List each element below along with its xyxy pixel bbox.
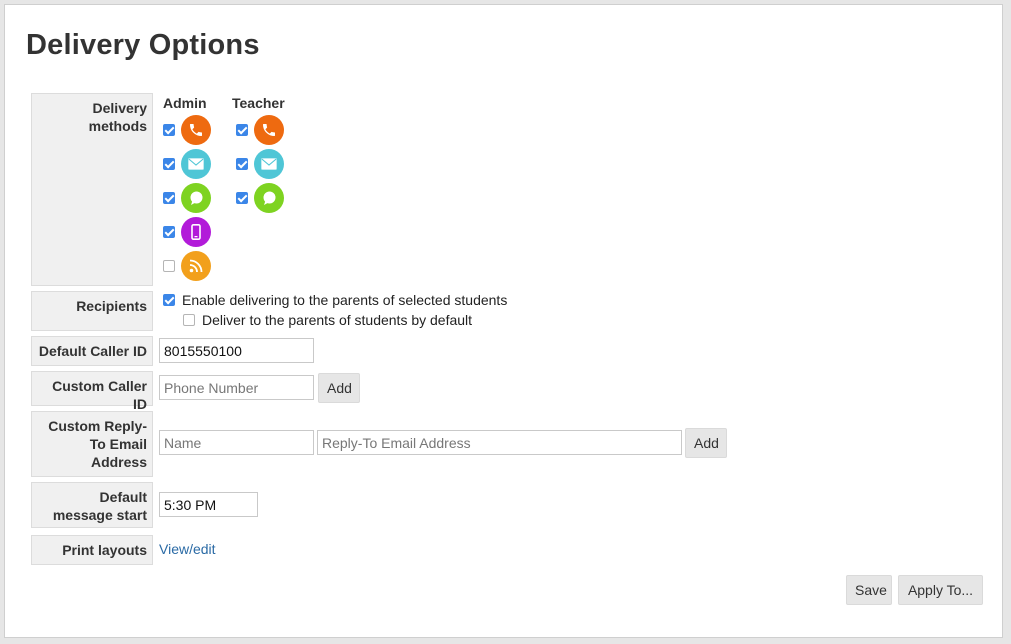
admin-column-header: Admin	[163, 95, 207, 111]
admin-phone-method[interactable]	[181, 115, 211, 145]
default-message-start-label: Default message start	[31, 482, 153, 528]
admin-push-method[interactable]	[181, 217, 211, 247]
enable-parents-text: Enable delivering to the parents of sele…	[182, 292, 508, 308]
custom-caller-id-label: Custom Caller ID	[31, 371, 153, 412]
custom-reply-to-label: Custom Reply-To Email Address	[31, 411, 153, 477]
admin-phone-checkbox[interactable]	[163, 124, 175, 136]
admin-rss-method[interactable]	[181, 251, 211, 281]
apply-to-button[interactable]: Apply To...	[898, 575, 983, 605]
reply-to-email-input[interactable]	[317, 430, 682, 455]
chat-bubble-icon	[188, 190, 204, 206]
default-caller-id-label: Default Caller ID	[31, 336, 153, 366]
admin-email-method[interactable]	[181, 149, 211, 179]
recipients-label: Recipients	[31, 291, 153, 331]
teacher-email-method[interactable]	[254, 149, 284, 179]
parents-default-checkbox[interactable]	[183, 314, 195, 326]
message-start-time-input[interactable]	[159, 492, 258, 517]
phone-icon	[261, 122, 277, 138]
admin-email-checkbox[interactable]	[163, 158, 175, 170]
print-layouts-label: Print layouts	[31, 535, 153, 565]
add-reply-to-button[interactable]: Add	[685, 428, 727, 458]
rss-icon	[189, 259, 203, 273]
chat-bubble-icon	[261, 190, 277, 206]
default-caller-id-input[interactable]	[159, 338, 314, 363]
enable-parents-checkbox[interactable]	[163, 294, 175, 306]
teacher-phone-method[interactable]	[254, 115, 284, 145]
parents-default-text: Deliver to the parents of students by de…	[202, 312, 473, 328]
add-caller-id-button[interactable]: Add	[318, 373, 360, 403]
print-layouts-view-edit-link[interactable]: View/edit	[159, 541, 216, 557]
teacher-sms-checkbox[interactable]	[236, 192, 248, 204]
admin-sms-checkbox[interactable]	[163, 192, 175, 204]
page-title: Delivery Options	[26, 29, 260, 61]
teacher-phone-checkbox[interactable]	[236, 124, 248, 136]
envelope-icon	[261, 158, 277, 170]
admin-sms-method[interactable]	[181, 183, 211, 213]
phone-number-input[interactable]	[159, 375, 314, 400]
envelope-icon	[188, 158, 204, 170]
teacher-column-header: Teacher	[232, 95, 285, 111]
admin-push-checkbox[interactable]	[163, 226, 175, 238]
teacher-sms-method[interactable]	[254, 183, 284, 213]
teacher-email-checkbox[interactable]	[236, 158, 248, 170]
phone-icon	[188, 122, 204, 138]
admin-rss-checkbox[interactable]	[163, 260, 175, 272]
delivery-methods-label: Delivery methods	[31, 93, 153, 286]
delivery-options-panel: Delivery Options Delivery methods Admin …	[4, 4, 1003, 638]
mobile-icon	[191, 224, 201, 240]
reply-to-name-input[interactable]	[159, 430, 314, 455]
save-button[interactable]: Save	[846, 575, 892, 605]
